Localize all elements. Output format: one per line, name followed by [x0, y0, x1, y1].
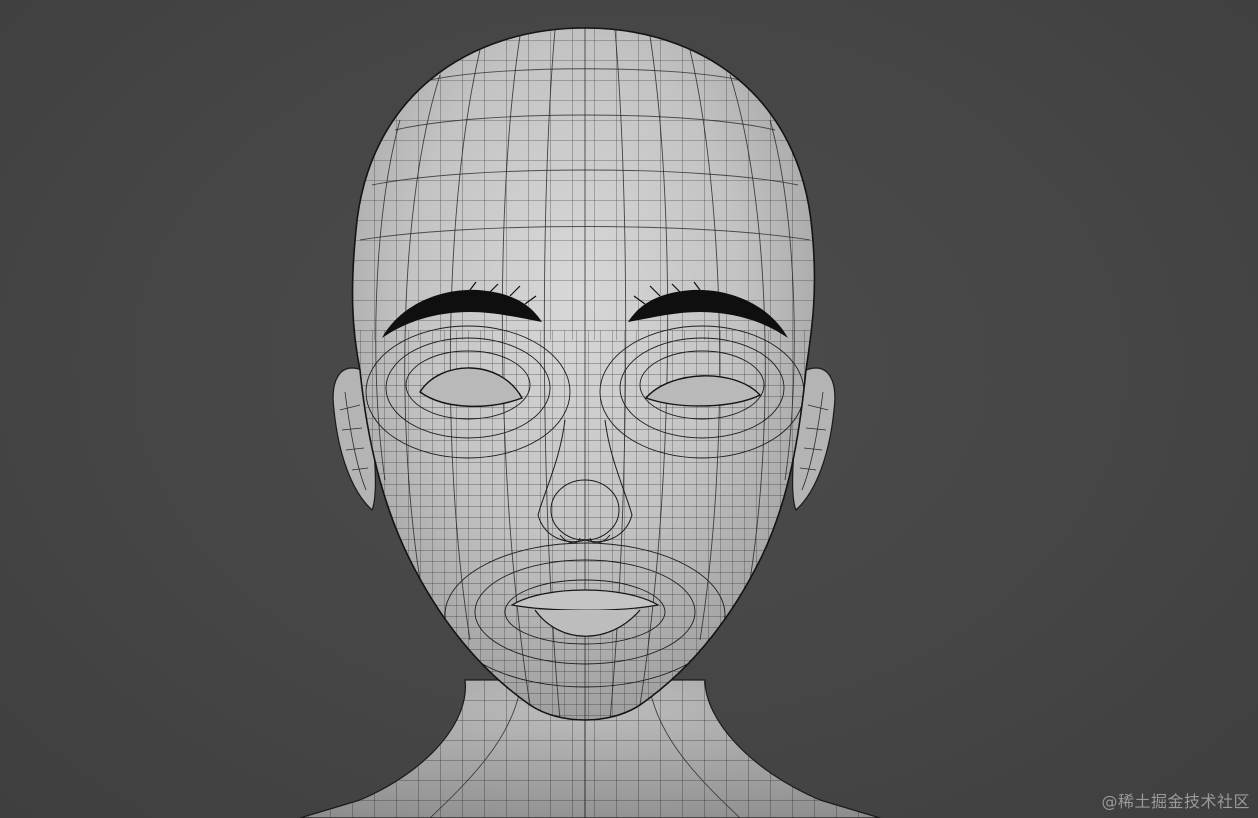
watermark-label: @稀土掘金技术社区: [1101, 792, 1250, 811]
head-mesh: [351, 27, 816, 721]
head-mesh-render: [299, 27, 881, 818]
3d-viewport[interactable]: @稀土掘金技术社区: [0, 0, 1258, 818]
